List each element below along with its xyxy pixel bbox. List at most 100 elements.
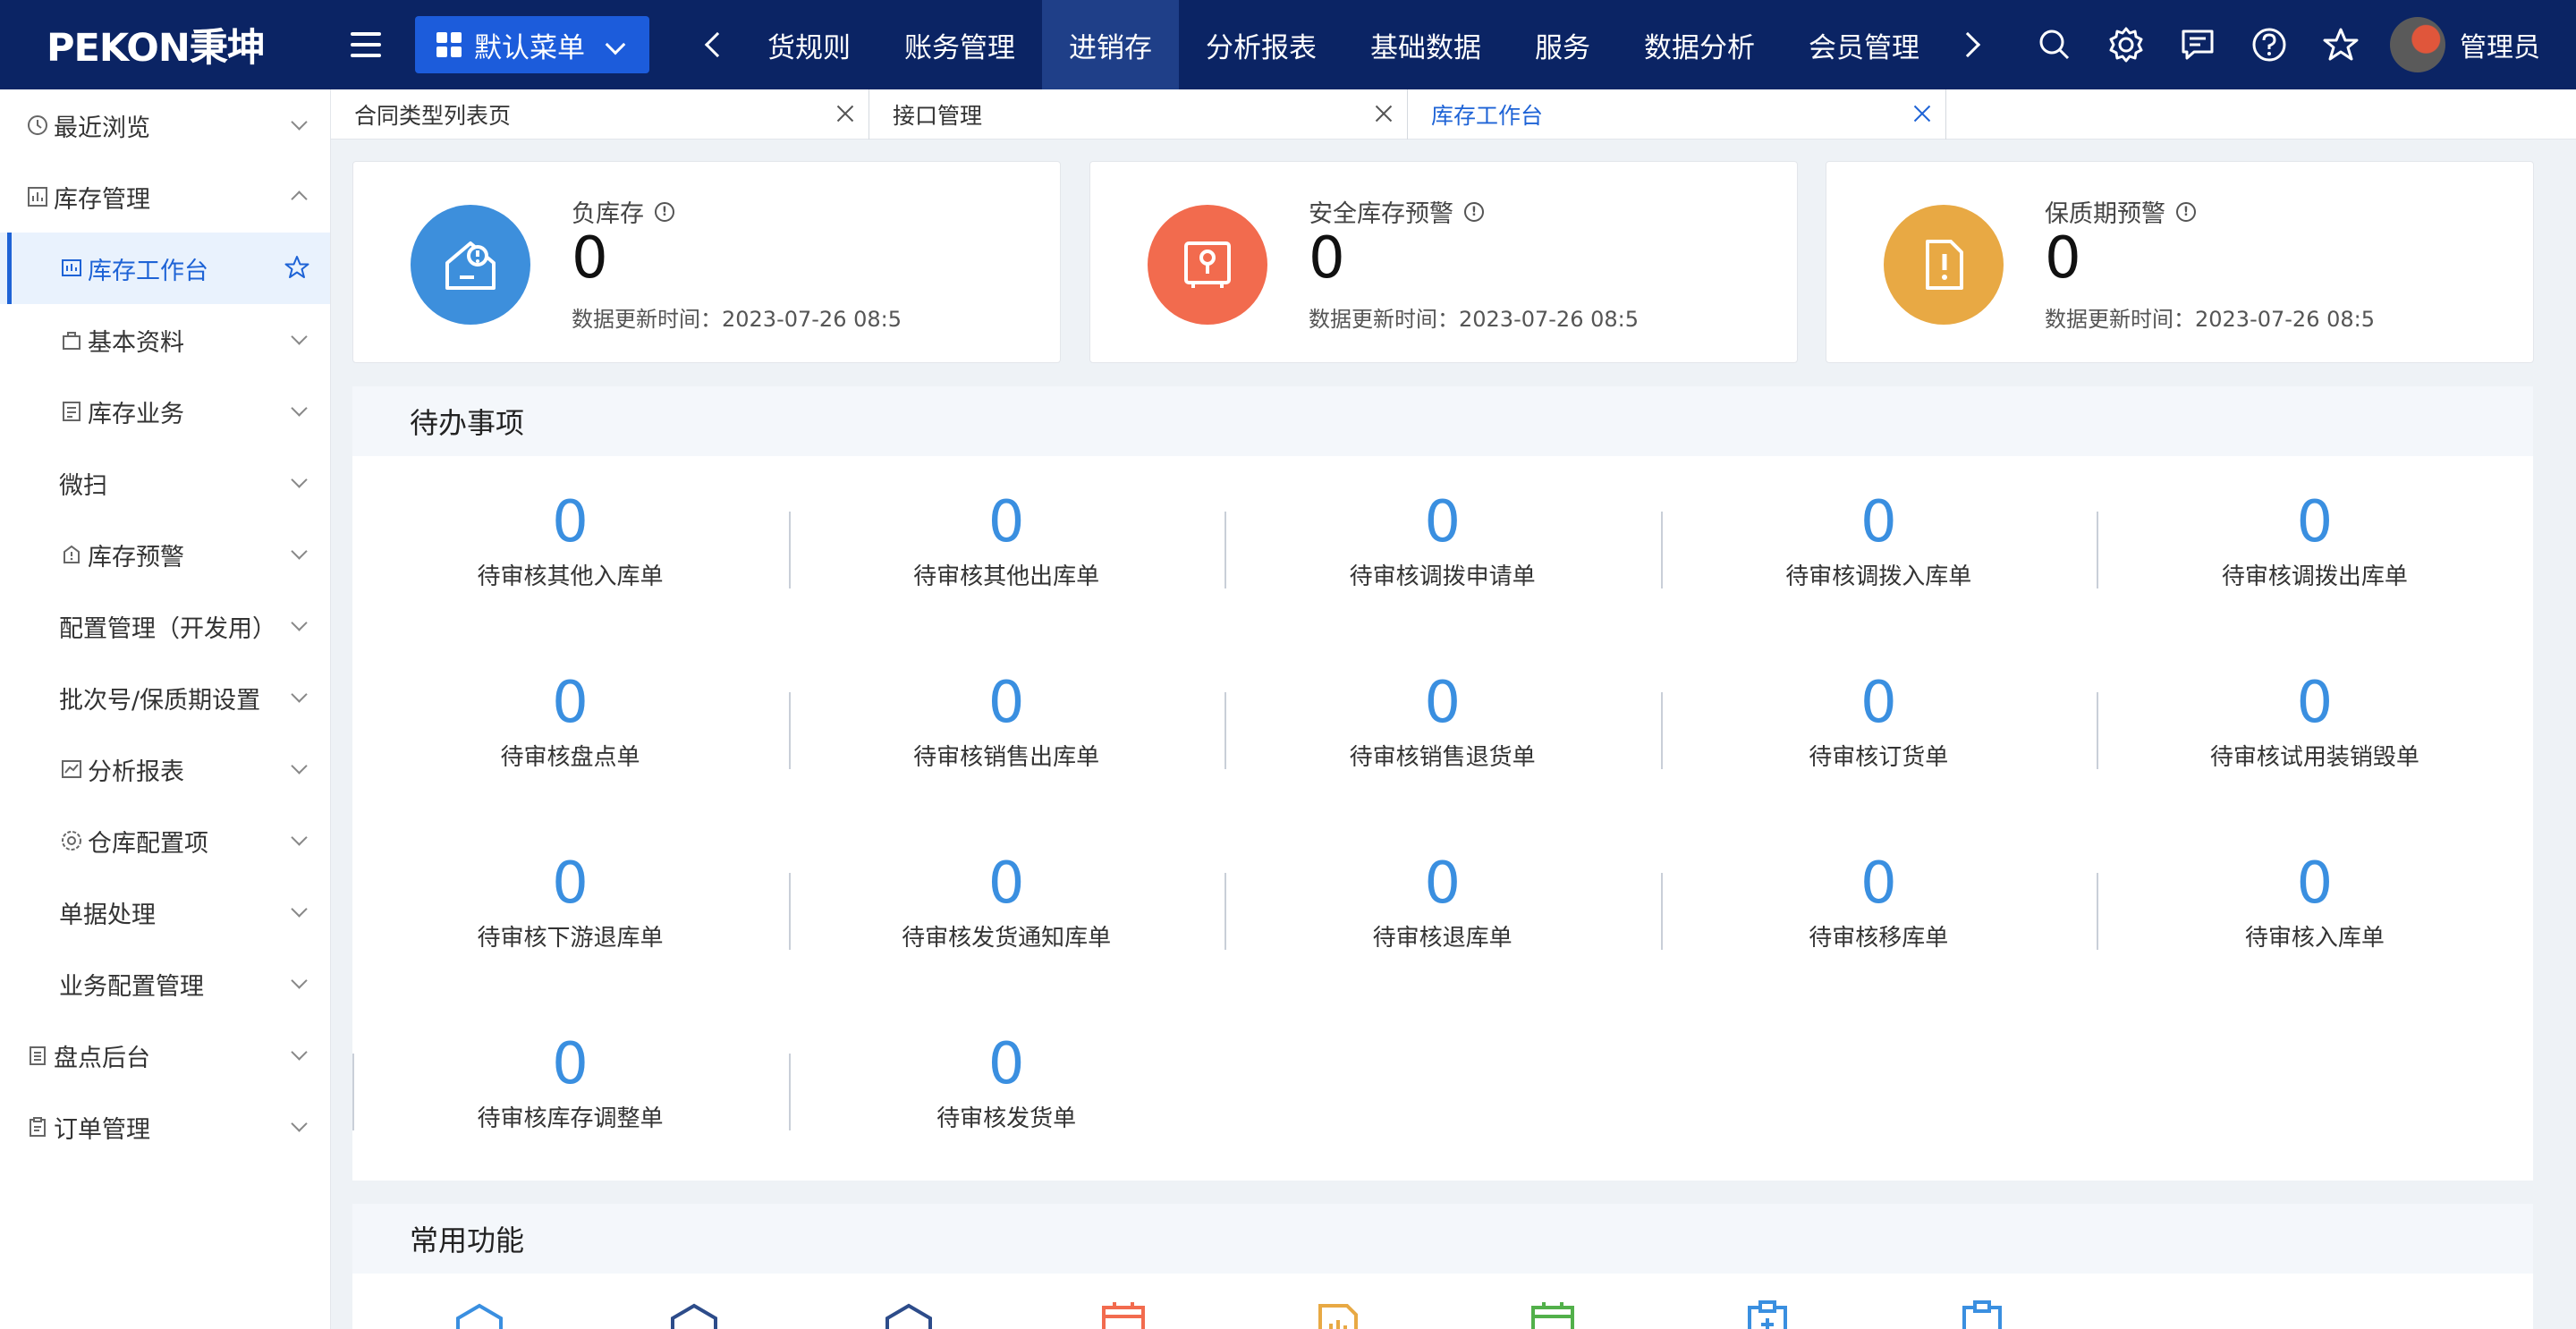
todo-item[interactable]: 0 待审核入库单 xyxy=(2097,855,2532,962)
todo-count[interactable]: 0 xyxy=(1661,494,2097,551)
close-icon[interactable] xyxy=(835,103,856,124)
logo[interactable]: PEKON秉坤 xyxy=(0,17,284,72)
nav-item[interactable]: 基础数据 xyxy=(1343,0,1508,89)
todo-count[interactable]: 0 xyxy=(1661,674,2097,732)
todo-count[interactable]: 0 xyxy=(2097,674,2532,732)
calendar-icon[interactable] xyxy=(1095,1300,1152,1329)
nav-item[interactable]: 数据分析 xyxy=(1617,0,1782,89)
calendar-icon[interactable] xyxy=(1524,1300,1581,1329)
todo-count[interactable]: 0 xyxy=(1224,674,1660,732)
chevron-down-icon xyxy=(291,543,308,560)
todo-label: 待审核调拨入库单 xyxy=(1785,563,1972,590)
todo-count[interactable]: 0 xyxy=(789,1036,1224,1093)
todo-count[interactable]: 0 xyxy=(1661,855,2097,912)
top-bar: PEKON秉坤 默认菜单 货规则 账务管理 进销存 分析报表 基础数据 服务 数… xyxy=(0,0,2576,89)
avatar[interactable] xyxy=(2390,17,2445,72)
todo-item[interactable]: 0 待审核调拨入库单 xyxy=(1660,494,2097,601)
close-icon[interactable] xyxy=(1373,103,1394,124)
sidebar-item-micro-scan[interactable]: 微扫 xyxy=(0,447,330,519)
sidebar-item-warehouse-config[interactable]: 仓库配置项 xyxy=(0,805,330,876)
sidebar-item-stocktake[interactable]: 盘点后台 xyxy=(0,1020,330,1091)
house-icon[interactable] xyxy=(665,1300,723,1329)
info-icon[interactable]: ! xyxy=(2176,201,2196,222)
todo-item[interactable]: 0 待审核发货通知库单 xyxy=(788,855,1224,962)
todo-count[interactable]: 0 xyxy=(352,674,788,732)
sidebar-item-document-processing[interactable]: 单据处理 xyxy=(0,876,330,948)
sidebar-item-workbench[interactable]: 库存工作台 xyxy=(0,233,330,304)
sidebar-item-config-dev[interactable]: 配置管理（开发用） xyxy=(0,590,330,662)
stat-card-shelf-life[interactable]: 保质期预警! 0 数据更新时间：2023-07-26 08:5 xyxy=(1826,161,2534,363)
stat-card-negative-stock[interactable]: 负库存! 0 数据更新时间：2023-07-26 08:5 xyxy=(352,161,1061,363)
todo-count[interactable]: 0 xyxy=(352,855,788,912)
message-icon[interactable] xyxy=(2179,26,2216,63)
todo-item[interactable]: 0 待审核调拨出库单 xyxy=(2097,494,2532,601)
todo-item[interactable]: 0 待审核其他出库单 xyxy=(788,494,1224,601)
tab-contract-types[interactable]: 合同类型列表页 xyxy=(331,89,869,140)
todo-item[interactable]: 0 待审核订货单 xyxy=(1660,674,2097,782)
stat-card-safety-stock[interactable]: 安全库存预警! 0 数据更新时间：2023-07-26 08:5 xyxy=(1089,161,1798,363)
sidebar-item-business-config[interactable]: 业务配置管理 xyxy=(0,948,330,1020)
todo-count[interactable]: 0 xyxy=(2097,855,2532,912)
todo-count[interactable]: 0 xyxy=(789,674,1224,732)
star-icon[interactable] xyxy=(284,254,310,287)
stat-value: 0 xyxy=(572,225,608,292)
tab-interface-management[interactable]: 接口管理 xyxy=(869,89,1408,140)
todo-item[interactable]: 0 待审核退库单 xyxy=(1224,855,1660,962)
todo-item[interactable]: 0 待审核销售出库单 xyxy=(788,674,1224,782)
todo-item[interactable]: 0 待审核库存调整单 xyxy=(352,1036,788,1143)
todo-label: 待审核发货单 xyxy=(936,1105,1077,1132)
todo-item[interactable]: 0 待审核移库单 xyxy=(1660,855,2097,962)
info-icon[interactable]: ! xyxy=(655,201,674,222)
nav-item[interactable]: 分析报表 xyxy=(1179,0,1343,89)
clipboard-icon[interactable] xyxy=(1953,1300,2011,1329)
menu-toggle-icon[interactable] xyxy=(351,27,395,63)
sidebar-item-inventory-business[interactable]: 库存业务 xyxy=(0,376,330,447)
sidebar-item-inventory-warning[interactable]: 库存预警 xyxy=(0,519,330,590)
nav-scroll-left-icon[interactable] xyxy=(704,31,731,58)
todo-item[interactable]: 0 待审核下游退库单 xyxy=(352,855,788,962)
close-icon[interactable] xyxy=(1911,103,1933,124)
todo-count[interactable]: 0 xyxy=(352,494,788,551)
info-icon[interactable]: ! xyxy=(1464,201,1484,222)
todo-item[interactable]: 0 待审核盘点单 xyxy=(352,674,788,782)
house-icon[interactable] xyxy=(880,1300,937,1329)
menu-select[interactable]: 默认菜单 xyxy=(415,16,649,73)
sidebar-item-reports[interactable]: 分析报表 xyxy=(0,733,330,805)
nav-item[interactable]: 会员管理 xyxy=(1782,0,1946,89)
todo-item[interactable]: 0 待审核发货单 xyxy=(788,1036,1224,1143)
tab-inventory-workbench[interactable]: 库存工作台 xyxy=(1408,89,1946,140)
clipboard-add-icon[interactable] xyxy=(1739,1300,1796,1329)
help-icon[interactable] xyxy=(2250,26,2288,63)
dashboard-icon xyxy=(59,256,84,281)
sidebar-item-inventory[interactable]: 库存管理 xyxy=(0,161,330,233)
nav-item[interactable]: 货规则 xyxy=(741,0,877,89)
todo-count[interactable]: 0 xyxy=(352,1036,788,1093)
todo-count[interactable]: 0 xyxy=(1224,855,1660,912)
todo-count[interactable]: 0 xyxy=(1224,494,1660,551)
sidebar-item-recent[interactable]: 最近浏览 xyxy=(0,89,330,161)
nav-item[interactable]: 账务管理 xyxy=(877,0,1042,89)
todo-item[interactable]: 0 待审核调拨申请单 xyxy=(1224,494,1660,601)
todo-separator xyxy=(1224,692,1227,769)
report-icon[interactable] xyxy=(1309,1300,1367,1329)
todo-item[interactable]: 0 待审核试用装销毁单 xyxy=(2097,674,2532,782)
todo-count[interactable]: 0 xyxy=(789,855,1224,912)
safe-icon xyxy=(1148,205,1267,325)
todo-count[interactable]: 0 xyxy=(2097,494,2532,551)
todo-separator xyxy=(352,1054,354,1130)
todo-item[interactable]: 0 待审核其他入库单 xyxy=(352,494,788,601)
menu-select-label: 默认菜单 xyxy=(474,31,585,64)
star-icon[interactable] xyxy=(2322,26,2360,63)
nav-item-active[interactable]: 进销存 xyxy=(1042,0,1179,89)
house-icon[interactable] xyxy=(451,1300,508,1329)
username[interactable]: 管理员 xyxy=(2460,25,2540,64)
settings-icon[interactable] xyxy=(2107,26,2145,63)
search-icon[interactable] xyxy=(2036,26,2073,63)
todo-item[interactable]: 0 待审核销售退货单 xyxy=(1224,674,1660,782)
todo-count[interactable]: 0 xyxy=(789,494,1224,551)
sidebar-item-orders[interactable]: 订单管理 xyxy=(0,1091,330,1163)
sidebar-item-basic-info[interactable]: 基本资料 xyxy=(0,304,330,376)
sidebar-item-batch-settings[interactable]: 批次号/保质期设置 xyxy=(0,662,330,733)
nav-item[interactable]: 服务 xyxy=(1508,0,1617,89)
nav-scroll-right-icon[interactable] xyxy=(1954,31,1981,58)
